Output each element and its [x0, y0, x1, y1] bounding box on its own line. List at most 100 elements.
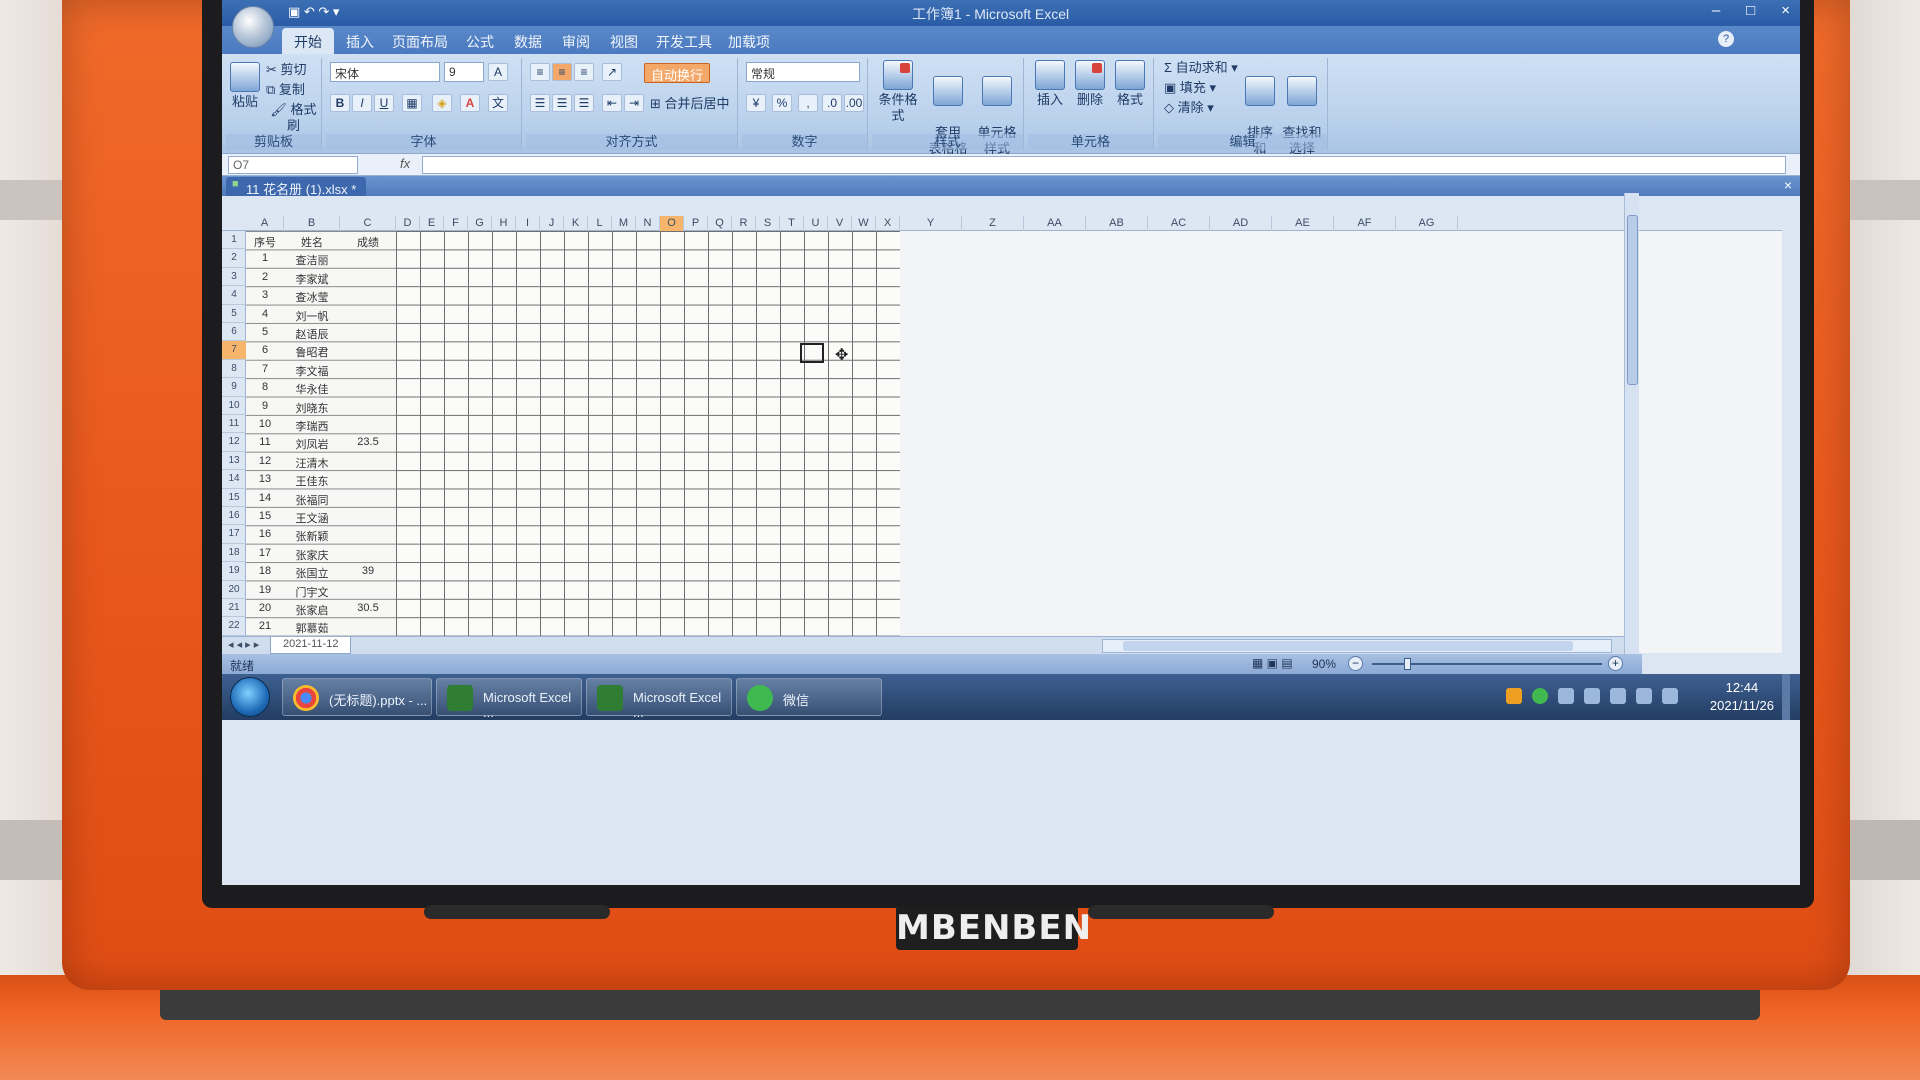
- show-desktop-button[interactable]: [1782, 674, 1790, 720]
- column-header-aa[interactable]: AA: [1024, 216, 1086, 231]
- row-header-17[interactable]: 17: [222, 525, 246, 544]
- table-cell[interactable]: 20: [246, 602, 284, 614]
- scroll-thumb[interactable]: [1123, 641, 1573, 651]
- table-cell[interactable]: 王文涵: [284, 510, 340, 526]
- column-header-q[interactable]: Q: [708, 216, 732, 231]
- table-cell[interactable]: 鲁昭君: [284, 344, 340, 360]
- row-header-5[interactable]: 5: [222, 305, 246, 323]
- table-cell[interactable]: 21: [246, 620, 284, 632]
- table-cell[interactable]: 2: [246, 271, 284, 283]
- column-header-e[interactable]: E: [420, 216, 444, 231]
- table-cell[interactable]: 查洁丽: [284, 252, 340, 268]
- column-header-u[interactable]: U: [804, 216, 828, 231]
- column-header-r[interactable]: R: [732, 216, 756, 231]
- view-mode-icons[interactable]: ▦ ▣ ▤: [1252, 656, 1293, 670]
- header-cell[interactable]: 序号: [246, 234, 284, 250]
- table-cell[interactable]: 李家斌: [284, 271, 340, 287]
- comma-icon[interactable]: ,: [798, 94, 818, 112]
- currency-icon[interactable]: ¥: [746, 94, 766, 112]
- table-cell[interactable]: 8: [246, 381, 284, 393]
- taskbar-item-chrome[interactable]: (无标题).pptx - ...: [282, 678, 432, 716]
- cut-button[interactable]: ✂ 剪切: [266, 62, 307, 78]
- table-cell[interactable]: 3: [246, 289, 284, 301]
- table-cell[interactable]: 1: [246, 252, 284, 264]
- number-format-dropdown[interactable]: 常规: [746, 62, 860, 82]
- volume-icon[interactable]: [1610, 688, 1626, 704]
- delete-cells-button[interactable]: 删除: [1072, 60, 1108, 108]
- row-header-3[interactable]: 3: [222, 268, 246, 287]
- app-tray-icon[interactable]: [1506, 688, 1522, 704]
- horizontal-scrollbar[interactable]: [1102, 639, 1612, 653]
- table-cell[interactable]: 13: [246, 473, 284, 485]
- table-cell[interactable]: 赵语辰: [284, 326, 340, 342]
- row-header-4[interactable]: 4: [222, 286, 246, 305]
- taskbar-item-wechat[interactable]: 微信: [736, 678, 882, 716]
- table-cell[interactable]: 张新颖: [284, 528, 340, 544]
- tab-home[interactable]: 开始: [282, 28, 334, 54]
- quick-access-toolbar[interactable]: ▣ ↶ ↷ ▾: [288, 4, 339, 20]
- maximize-icon[interactable]: □: [1746, 2, 1755, 19]
- table-cell[interactable]: 张家庆: [284, 547, 340, 563]
- column-header-t[interactable]: T: [780, 216, 804, 231]
- format-painter-button[interactable]: 🖌 格式刷: [266, 102, 321, 135]
- tab-add-ins[interactable]: 加载项: [728, 32, 770, 52]
- column-header-ag[interactable]: AG: [1396, 216, 1458, 231]
- column-header-k[interactable]: K: [564, 216, 588, 231]
- phonetic-icon[interactable]: 文: [488, 94, 508, 112]
- font-size-dropdown[interactable]: 9: [444, 62, 484, 82]
- table-cell[interactable]: 6: [246, 344, 284, 356]
- sheet-tab[interactable]: 2021-11-12: [270, 637, 352, 654]
- table-cell[interactable]: 查冰莹: [284, 289, 340, 305]
- name-box[interactable]: O7: [228, 156, 358, 174]
- table-cell[interactable]: 15: [246, 510, 284, 522]
- row-header-18[interactable]: 18: [222, 544, 246, 563]
- table-cell[interactable]: 张家启: [284, 602, 340, 618]
- column-header-g[interactable]: G: [468, 216, 492, 231]
- wrap-text-button[interactable]: 自动换行: [644, 63, 711, 83]
- column-header-a[interactable]: A: [246, 216, 284, 231]
- format-cells-button[interactable]: 格式: [1112, 60, 1148, 108]
- percent-icon[interactable]: %: [772, 94, 792, 112]
- table-cell[interactable]: 华永佳: [284, 381, 340, 397]
- zoom-in-icon[interactable]: +: [1608, 656, 1623, 671]
- row-header-12[interactable]: 12: [222, 433, 246, 452]
- decrease-indent-icon[interactable]: ⇤: [602, 94, 622, 112]
- column-header-f[interactable]: F: [444, 216, 468, 231]
- column-header-j[interactable]: J: [540, 216, 564, 231]
- column-header-b[interactable]: B: [284, 216, 340, 231]
- increase-indent-icon[interactable]: ⇥: [624, 94, 644, 112]
- table-cell[interactable]: 18: [246, 565, 284, 577]
- table-cell[interactable]: 门宇文: [284, 584, 340, 600]
- copy-button[interactable]: ⧉ 复制: [266, 82, 305, 98]
- font-color-icon[interactable]: A: [460, 94, 480, 112]
- column-header-n[interactable]: N: [636, 216, 660, 231]
- input-method-icon[interactable]: [1636, 688, 1652, 704]
- sheet-nav-arrows[interactable]: ◂ ◂ ▸ ▸: [228, 638, 259, 651]
- row-header-10[interactable]: 10: [222, 397, 246, 415]
- minimize-icon[interactable]: –: [1712, 2, 1720, 19]
- close-icon[interactable]: ×: [1781, 2, 1790, 19]
- bold-icon[interactable]: B: [330, 94, 350, 112]
- column-header-z[interactable]: Z: [962, 216, 1024, 231]
- column-header-s[interactable]: S: [756, 216, 780, 231]
- row-header-8[interactable]: 8: [222, 360, 246, 379]
- taskbar-item-excel-2[interactable]: Microsoft Excel ...: [586, 678, 732, 720]
- table-cell[interactable]: 30.5: [340, 602, 396, 614]
- merge-center-button[interactable]: ⊞ 合并后居中: [650, 96, 730, 112]
- close-workbook-icon[interactable]: ×: [1784, 177, 1792, 193]
- clipboard-tray-icon[interactable]: [1558, 688, 1574, 704]
- table-cell[interactable]: 5: [246, 326, 284, 338]
- vertical-scrollbar[interactable]: [1624, 193, 1639, 655]
- column-header-v[interactable]: V: [828, 216, 852, 231]
- clock[interactable]: 12:44 2021/11/26: [1710, 679, 1774, 715]
- taskbar-item-excel-1[interactable]: Microsoft Excel ...: [436, 678, 582, 720]
- align-bottom-icon[interactable]: ≡: [574, 63, 594, 81]
- table-cell[interactable]: 16: [246, 528, 284, 540]
- column-header-p[interactable]: P: [684, 216, 708, 231]
- row-header-20[interactable]: 20: [222, 581, 246, 599]
- help-icon[interactable]: ?: [1718, 31, 1734, 47]
- table-cell[interactable]: 11: [246, 436, 284, 448]
- office-button[interactable]: [232, 6, 274, 48]
- zoom-level[interactable]: 90%: [1312, 657, 1336, 671]
- increase-decimal-icon[interactable]: .0: [822, 94, 842, 112]
